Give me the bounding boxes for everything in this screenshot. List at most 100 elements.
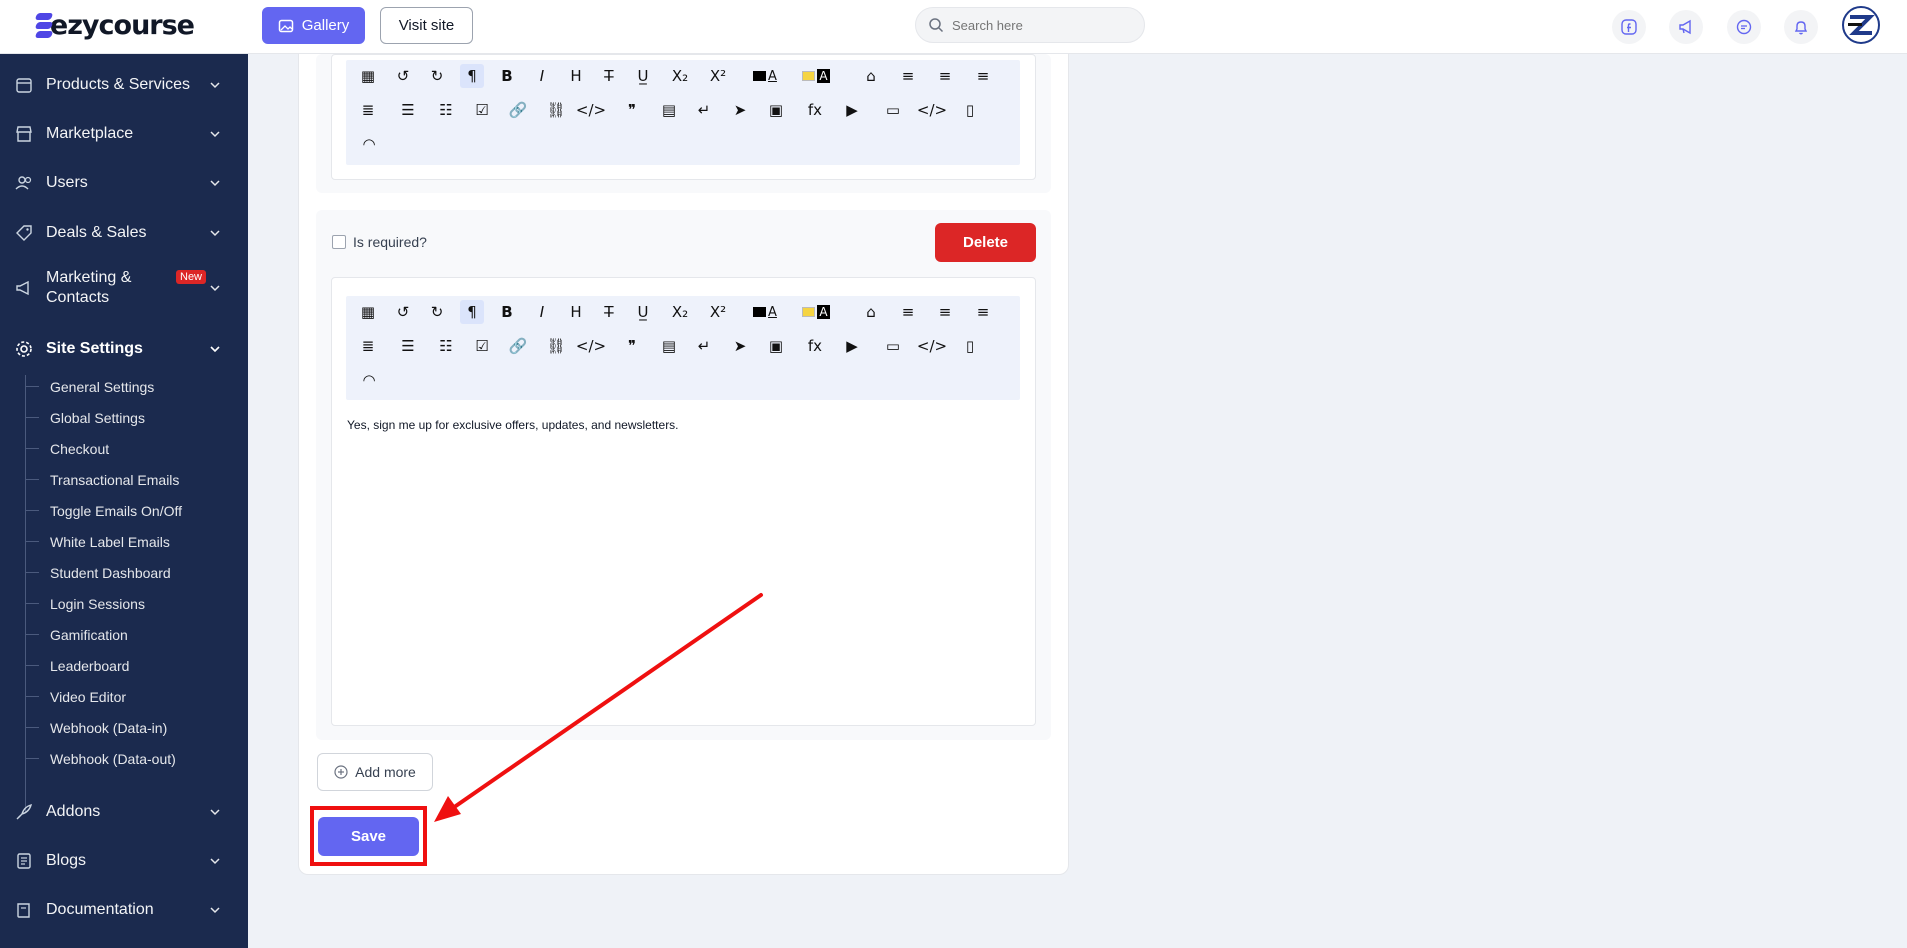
code-icon[interactable]: </> bbox=[576, 98, 606, 122]
send-icon[interactable]: ➤ bbox=[728, 98, 752, 122]
subscript-icon[interactable]: X₂ bbox=[668, 64, 692, 88]
bold-icon[interactable]: B bbox=[495, 300, 519, 324]
submenu-video-editor[interactable]: Video Editor bbox=[50, 689, 126, 705]
megaphone-icon[interactable] bbox=[1669, 10, 1703, 44]
sidebar-item-site-settings[interactable]: Site Settings bbox=[0, 336, 248, 362]
code-icon[interactable]: </> bbox=[576, 334, 606, 358]
unlink-icon[interactable]: ⛓ bbox=[544, 334, 568, 358]
submenu-white-label-emails[interactable]: White Label Emails bbox=[50, 534, 170, 550]
submenu-global-settings[interactable]: Global Settings bbox=[50, 410, 145, 426]
submenu-student-dashboard[interactable]: Student Dashboard bbox=[50, 565, 171, 581]
bullet-list-icon[interactable]: ☰ bbox=[396, 98, 420, 122]
superscript-icon[interactable]: X² bbox=[706, 300, 730, 324]
justify-icon[interactable]: ≣ bbox=[356, 334, 380, 358]
align-center-icon[interactable]: ≡ bbox=[933, 64, 957, 88]
numbered-list-icon[interactable]: ☷ bbox=[434, 98, 458, 122]
italic-icon[interactable]: I bbox=[530, 300, 554, 324]
table-icon[interactable]: ▦ bbox=[356, 64, 380, 88]
line-break-icon[interactable]: ↵ bbox=[692, 98, 716, 122]
sidebar-item-marketing-contacts[interactable]: Marketing & Contacts bbox=[0, 267, 248, 309]
align-left-icon[interactable]: ≡ bbox=[896, 300, 920, 324]
redo-icon[interactable]: ↻ bbox=[425, 300, 449, 324]
sidebar-item-users[interactable]: Users bbox=[0, 170, 248, 196]
chat-icon[interactable] bbox=[1727, 10, 1761, 44]
embed-code-icon[interactable]: </> bbox=[917, 98, 947, 122]
submenu-gamification[interactable]: Gamification bbox=[50, 627, 128, 643]
required-checkbox[interactable] bbox=[332, 235, 346, 249]
submenu-leaderboard[interactable]: Leaderboard bbox=[50, 658, 129, 674]
submenu-toggle-emails[interactable]: Toggle Emails On/Off bbox=[50, 503, 182, 519]
highlight-color-icon[interactable]: A bbox=[795, 300, 837, 324]
link-icon[interactable]: 🔗 bbox=[506, 98, 530, 122]
file-icon[interactable]: ▯ bbox=[958, 98, 982, 122]
clear-format-icon[interactable]: ⌂ bbox=[859, 64, 883, 88]
divider-icon[interactable]: ▤ bbox=[657, 334, 681, 358]
table-icon[interactable]: ▦ bbox=[356, 300, 380, 324]
formula-icon[interactable]: fx bbox=[803, 334, 827, 358]
search-input[interactable] bbox=[952, 17, 1132, 33]
paragraph-icon[interactable]: ¶ bbox=[460, 64, 484, 88]
heading-icon[interactable]: H bbox=[564, 300, 588, 324]
search-box[interactable] bbox=[915, 7, 1145, 43]
font-color-icon[interactable]: A bbox=[745, 64, 785, 88]
italic-icon[interactable]: I bbox=[530, 64, 554, 88]
numbered-list-icon[interactable]: ☷ bbox=[434, 334, 458, 358]
formula-icon[interactable]: fx bbox=[803, 98, 827, 122]
checklist-icon[interactable]: ☑ bbox=[470, 98, 494, 122]
embed-code-icon[interactable]: </> bbox=[917, 334, 947, 358]
submenu-login-sessions[interactable]: Login Sessions bbox=[50, 596, 145, 612]
font-color-icon[interactable]: A bbox=[745, 300, 785, 324]
sidebar-item-marketplace[interactable]: Marketplace bbox=[0, 121, 248, 147]
paragraph-icon[interactable]: ¶ bbox=[460, 300, 484, 324]
clear-format-icon[interactable]: ⌂ bbox=[859, 300, 883, 324]
submenu-checkout[interactable]: Checkout bbox=[50, 441, 109, 457]
add-more-button[interactable]: Add more bbox=[317, 753, 433, 791]
image-icon[interactable]: ▣ bbox=[764, 98, 788, 122]
bold-icon[interactable]: B bbox=[495, 64, 519, 88]
divider-icon[interactable]: ▤ bbox=[657, 98, 681, 122]
delete-button[interactable]: Delete bbox=[935, 223, 1036, 262]
gallery-button[interactable]: Gallery bbox=[262, 7, 365, 44]
save-button[interactable]: Save bbox=[318, 817, 419, 856]
submenu-transactional-emails[interactable]: Transactional Emails bbox=[50, 472, 179, 488]
bell-icon[interactable] bbox=[1784, 10, 1818, 44]
undo-icon[interactable]: ↺ bbox=[391, 300, 415, 324]
submenu-webhook-data-in[interactable]: Webhook (Data-in) bbox=[50, 720, 167, 736]
image-icon[interactable]: ▣ bbox=[764, 334, 788, 358]
sidebar-item-products-services[interactable]: Products & Services bbox=[0, 72, 248, 98]
undo-icon[interactable]: ↺ bbox=[391, 64, 415, 88]
sidebar-item-blogs[interactable]: Blogs bbox=[0, 848, 248, 874]
visit-site-button[interactable]: Visit site bbox=[380, 7, 473, 44]
headphones-icon[interactable]: ◠ bbox=[357, 132, 381, 156]
line-break-icon[interactable]: ↵ bbox=[692, 334, 716, 358]
link-icon[interactable]: 🔗 bbox=[506, 334, 530, 358]
align-right-icon[interactable]: ≡ bbox=[971, 64, 995, 88]
headphones-icon[interactable]: ◠ bbox=[357, 368, 381, 392]
quote-icon[interactable]: ❞ bbox=[620, 98, 644, 122]
camera-icon[interactable]: ▭ bbox=[881, 98, 905, 122]
underline-icon[interactable]: U̲ bbox=[631, 300, 655, 324]
submenu-webhook-data-out[interactable]: Webhook (Data-out) bbox=[50, 751, 176, 767]
unlink-icon[interactable]: ⛓ bbox=[544, 98, 568, 122]
sidebar-item-deals-sales[interactable]: Deals & Sales bbox=[0, 220, 248, 246]
redo-icon[interactable]: ↻ bbox=[425, 64, 449, 88]
underline-icon[interactable]: U̲ bbox=[631, 64, 655, 88]
align-left-icon[interactable]: ≡ bbox=[896, 64, 920, 88]
align-right-icon[interactable]: ≡ bbox=[971, 300, 995, 324]
send-icon[interactable]: ➤ bbox=[728, 334, 752, 358]
avatar[interactable] bbox=[1842, 6, 1880, 44]
align-center-icon[interactable]: ≡ bbox=[933, 300, 957, 324]
sidebar-item-documentation[interactable]: Documentation bbox=[0, 897, 248, 923]
submenu-general-settings[interactable]: General Settings bbox=[50, 379, 154, 395]
camera-icon[interactable]: ▭ bbox=[881, 334, 905, 358]
strikethrough-icon[interactable]: T̶ bbox=[597, 300, 621, 324]
video-icon[interactable]: ▶ bbox=[840, 334, 864, 358]
file-icon[interactable]: ▯ bbox=[958, 334, 982, 358]
quote-icon[interactable]: ❞ bbox=[620, 334, 644, 358]
facebook-icon[interactable] bbox=[1612, 10, 1646, 44]
heading-icon[interactable]: H bbox=[564, 64, 588, 88]
checklist-icon[interactable]: ☑ bbox=[470, 334, 494, 358]
brand-logo[interactable]: ezycourse bbox=[34, 8, 195, 42]
sidebar-item-addons[interactable]: Addons bbox=[0, 799, 248, 825]
video-icon[interactable]: ▶ bbox=[840, 98, 864, 122]
